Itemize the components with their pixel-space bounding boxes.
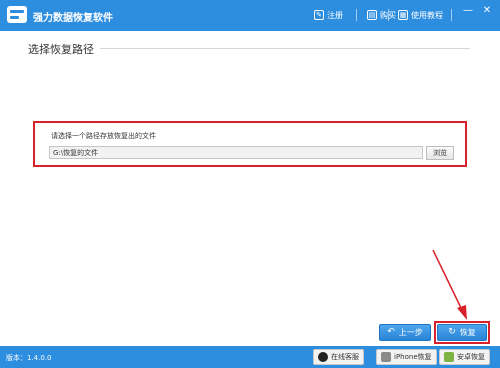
path-label: 请选择一个路径存放恢复出的文件 <box>51 132 156 140</box>
section-divider <box>100 48 470 49</box>
path-input[interactable] <box>49 146 423 159</box>
menu-divider <box>356 9 357 21</box>
online-service-label: 在线客服 <box>331 353 359 361</box>
register-link[interactable]: ✎ 注册 <box>314 9 343 21</box>
section-title: 选择恢复路径 <box>28 43 94 56</box>
tutorial-link[interactable]: ▦ 使用教程 <box>398 9 443 21</box>
prev-step-label: 上一步 <box>398 328 423 337</box>
recover-button[interactable]: ↻ 恢复 <box>437 324 487 341</box>
iphone-recovery-label: iPhone恢复 <box>394 353 432 361</box>
online-service-button[interactable]: 在线客服 <box>313 349 364 365</box>
title-bar: 强力数据恢复软件 ✎ 注册 ▤ 购买 ▦ 使用教程 — ✕ <box>0 0 500 31</box>
qq-icon <box>318 352 328 362</box>
red-arrow-annotation <box>432 250 467 320</box>
iphone-icon <box>381 352 391 362</box>
version-text: 版本：1.4.0.0 <box>6 354 52 362</box>
browse-button[interactable]: 浏览 <box>426 146 454 160</box>
app-logo-icon <box>7 6 27 23</box>
android-recovery-button[interactable]: 安卓恢复 <box>439 349 490 365</box>
back-arrow-icon: ↶ <box>387 327 395 337</box>
minimize-button[interactable]: — <box>461 4 475 18</box>
app-title: 强力数据恢复软件 <box>33 13 113 24</box>
recover-label: 恢复 <box>459 328 476 337</box>
android-icon <box>444 352 454 362</box>
android-recovery-label: 安卓恢复 <box>457 353 485 361</box>
recovery-path-panel: 请选择一个路径存放恢复出的文件 浏览 <box>33 121 467 167</box>
close-button[interactable]: ✕ <box>480 4 494 18</box>
status-bar: 版本：1.4.0.0 在线客服 iPhone恢复 安卓恢复 <box>0 346 500 368</box>
cart-icon: ▤ <box>367 10 377 20</box>
register-label: 注册 <box>327 10 343 20</box>
refresh-icon: ↻ <box>448 327 456 337</box>
menu-divider <box>388 9 389 21</box>
register-icon: ✎ <box>314 10 324 20</box>
tutorial-icon: ▦ <box>398 10 408 20</box>
tutorial-label: 使用教程 <box>411 10 443 20</box>
prev-step-button[interactable]: ↶ 上一步 <box>379 324 431 341</box>
menu-divider <box>451 9 452 21</box>
iphone-recovery-button[interactable]: iPhone恢复 <box>376 349 437 365</box>
buy-link[interactable]: ▤ 购买 <box>367 9 396 21</box>
